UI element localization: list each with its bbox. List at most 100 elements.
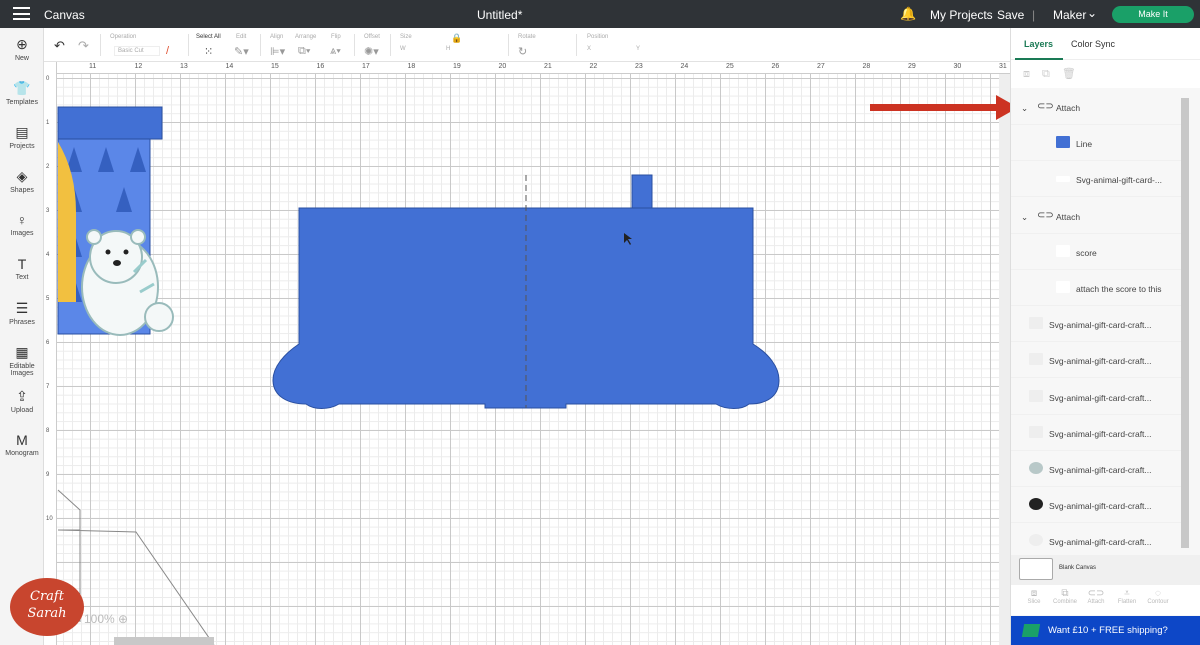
upload-icon: ⇪ bbox=[16, 388, 28, 404]
action-label: Combine bbox=[1052, 599, 1077, 605]
layer-item[interactable]: score bbox=[1011, 234, 1189, 270]
layer-thumbnail-icon bbox=[1056, 176, 1070, 183]
save-button[interactable]: Save bbox=[997, 8, 1024, 22]
width-field[interactable]: W bbox=[400, 46, 406, 52]
layer-item[interactable]: Svg-animal-gift-card-craft... bbox=[1011, 451, 1189, 487]
contour-button[interactable]: ◌ Contour bbox=[1143, 588, 1173, 605]
vertical-scrollbar[interactable] bbox=[999, 74, 1010, 645]
group-icon[interactable]: ⧈ bbox=[1023, 68, 1042, 80]
machine-select[interactable]: Maker bbox=[1053, 8, 1086, 22]
sidebar-label: Images bbox=[10, 230, 34, 237]
layer-item[interactable]: Svg-animal-gift-card-... bbox=[1011, 161, 1189, 198]
y-field[interactable]: Y bbox=[636, 46, 640, 52]
delete-icon[interactable]: 🗑 bbox=[1062, 68, 1088, 80]
sidebar-item-phrases[interactable]: ☰ Phrases bbox=[0, 300, 44, 326]
stocking-design[interactable] bbox=[57, 106, 174, 336]
layer-item[interactable]: Line bbox=[1011, 125, 1189, 162]
sidebar-item-images[interactable]: ♀ Images bbox=[0, 212, 44, 237]
sidebar-item-new[interactable]: ⊕ New bbox=[0, 36, 44, 62]
design-canvas[interactable]: 11 12 13 14 15 16 17 18 19 20 21 22 23 24 25 26 27 28 29 30… bbox=[44, 62, 1010, 645]
ruler-tick-label: 2 bbox=[46, 164, 50, 170]
slice-button[interactable]: ⧈ Slice bbox=[1019, 588, 1049, 605]
align-icon[interactable]: ⊫▾ bbox=[270, 45, 285, 58]
layer-item[interactable]: Svg-animal-gift-card-craft... bbox=[1011, 342, 1189, 379]
my-projects-link[interactable]: My Projects bbox=[930, 8, 993, 22]
text-icon: T bbox=[17, 256, 27, 272]
sidebar-item-templates[interactable]: 👕 Templates bbox=[0, 80, 44, 106]
layer-group[interactable]: ⌄ ⊂⊃ Attach bbox=[1011, 198, 1189, 234]
sidebar-label: Upload bbox=[10, 407, 34, 414]
layer-item[interactable]: Svg-animal-gift-card-craft... bbox=[1011, 379, 1189, 415]
canvas-artwork bbox=[57, 106, 780, 645]
layer-group[interactable]: ⌄ ⊂⊃ Attach bbox=[1011, 89, 1189, 125]
layer-label: Svg-animal-gift-card-craft... bbox=[1049, 428, 1152, 439]
flip-label: Flip bbox=[331, 34, 341, 40]
layer-item[interactable]: Svg-animal-gift-card-craft... bbox=[1011, 415, 1189, 451]
select-all-icon[interactable]: ⁙ bbox=[204, 45, 213, 58]
arrange-icon[interactable]: ⧉▾ bbox=[298, 45, 310, 58]
offset-icon[interactable]: ✺▾ bbox=[364, 45, 379, 58]
attach-icon: ⊂⊃ bbox=[1087, 588, 1105, 599]
blank-canvas-row[interactable]: Blank Canvas bbox=[1011, 555, 1200, 585]
card-outline-shape[interactable] bbox=[57, 489, 215, 645]
sidebar-label: Text bbox=[15, 274, 29, 281]
ruler-tick-label: 6 bbox=[46, 340, 50, 346]
promo-banner[interactable]: Want £10 + FREE shipping? bbox=[1011, 616, 1200, 645]
action-label: Slice bbox=[1027, 599, 1041, 605]
layers-scrollbar[interactable] bbox=[1181, 98, 1189, 548]
sidebar-item-upload[interactable]: ⇪ Upload bbox=[0, 388, 44, 414]
layer-item[interactable]: attach the score to this bbox=[1011, 270, 1189, 306]
x-field[interactable]: X bbox=[587, 46, 591, 52]
lock-icon[interactable]: 🔒 bbox=[451, 33, 462, 44]
height-field[interactable]: H bbox=[446, 46, 450, 52]
red-arrow-annotation bbox=[870, 95, 1018, 120]
ruler-tick-label: 12 bbox=[134, 63, 143, 70]
edit-icon[interactable]: ✎▾ bbox=[234, 45, 249, 58]
layer-item[interactable]: Svg-animal-gift-card-craft... bbox=[1011, 487, 1189, 524]
redo-icon[interactable]: ↷ bbox=[78, 38, 89, 54]
operation-label: Operation bbox=[110, 34, 137, 40]
chevron-down-icon[interactable]: ⌄ bbox=[1021, 212, 1028, 223]
duplicate-icon[interactable]: ⧉ bbox=[1042, 68, 1062, 80]
sidebar-label: New bbox=[14, 55, 29, 62]
pen-color-icon[interactable]: / bbox=[166, 45, 169, 57]
phrases-icon: ☰ bbox=[15, 300, 29, 316]
layer-actions: ⧈⧉🗑 bbox=[1011, 60, 1200, 88]
make-it-button[interactable]: Make It bbox=[1112, 6, 1194, 23]
document-title: Untitled* bbox=[477, 8, 523, 22]
chevron-down-icon[interactable]: ⌄ bbox=[1021, 103, 1028, 114]
layer-item[interactable]: Svg-animal-gift-card-craft... bbox=[1011, 306, 1189, 343]
tab-color-sync[interactable]: Color Sync bbox=[1071, 39, 1115, 49]
sidebar-item-text[interactable]: T Text bbox=[0, 256, 44, 281]
ruler-tick-label: 22 bbox=[589, 63, 598, 70]
flatten-button[interactable]: ⩡ Flatten bbox=[1112, 588, 1142, 605]
sidebar-item-editable-images[interactable]: ▦ Editable Images bbox=[0, 344, 44, 377]
gift-card-shape[interactable] bbox=[272, 174, 780, 409]
flip-icon[interactable]: ⩓▾ bbox=[330, 45, 341, 58]
ruler-tick-label: 21 bbox=[544, 63, 552, 70]
rotate-icon[interactable]: ↻ bbox=[518, 45, 527, 58]
sidebar-label: Phrases bbox=[9, 319, 35, 326]
attach-button[interactable]: ⊂⊃ Attach bbox=[1081, 588, 1111, 605]
layer-thumbnail-icon bbox=[1029, 317, 1043, 330]
menu-icon[interactable] bbox=[13, 7, 30, 20]
vertical-ruler: 0 1 2 3 4 5 6 7 8 9 10 bbox=[44, 62, 57, 645]
images-icon: ♀ bbox=[16, 212, 28, 228]
horizontal-scrollbar[interactable] bbox=[114, 637, 214, 645]
bell-icon[interactable]: 🔔 bbox=[900, 6, 916, 22]
sidebar-item-shapes[interactable]: ◈ Shapes bbox=[0, 168, 44, 194]
ruler-tick-label: 1 bbox=[46, 120, 50, 126]
sidebar-item-projects[interactable]: ▤ Projects bbox=[0, 124, 44, 150]
zoom-level[interactable]: 100% ⊕ bbox=[84, 612, 128, 626]
canvas-color-swatch[interactable] bbox=[1019, 558, 1053, 580]
combine-button[interactable]: ⧉ Combine bbox=[1050, 588, 1080, 605]
flatten-icon: ⩡ bbox=[1124, 588, 1130, 599]
chevron-down-icon[interactable]: ⌄ bbox=[1087, 6, 1097, 20]
sidebar-item-monogram[interactable]: M Monogram bbox=[0, 432, 44, 457]
tab-layers[interactable]: Layers bbox=[1024, 39, 1053, 49]
sidebar-label: Projects bbox=[9, 143, 35, 150]
left-sidebar: ⊕ New 👕 Templates ▤ Projects ◈ Shapes ♀ Images T Te… bbox=[0, 28, 44, 645]
operation-select[interactable]: Basic Cut bbox=[114, 46, 160, 56]
layer-item[interactable]: Svg-animal-gift-card-craft... bbox=[1011, 523, 1189, 560]
undo-icon[interactable]: ↶ bbox=[54, 38, 65, 54]
